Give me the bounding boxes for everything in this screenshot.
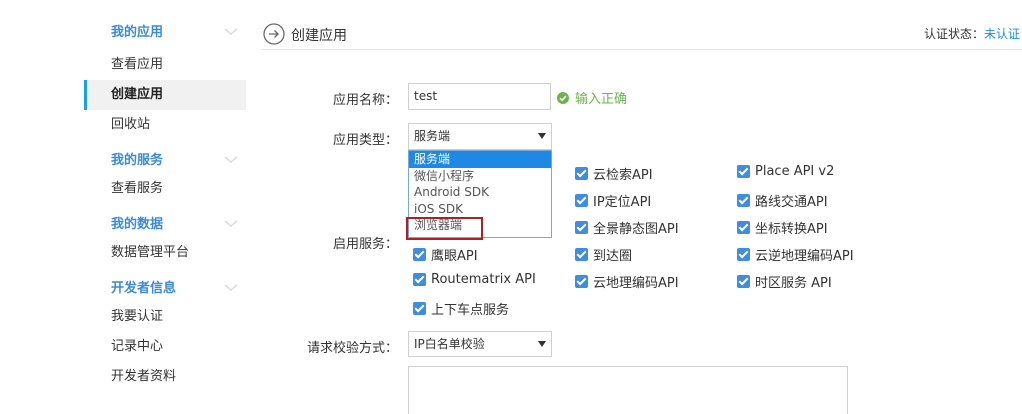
service-checkbox[interactable]: Place API v2 [737, 164, 834, 179]
service-label: 云检索API [593, 168, 653, 183]
sidebar-section-my-data[interactable]: 我的数据 [84, 204, 246, 238]
service-checkbox[interactable]: 鹰眼API [413, 245, 478, 264]
sidebar-item-data-platform[interactable]: 数据管理平台 [84, 238, 246, 268]
service-checkbox[interactable]: 全景静态图API [575, 218, 679, 237]
app-type-value: 服务端 [414, 129, 451, 143]
ip-whitelist-textarea[interactable] [408, 366, 848, 414]
service-label: 到达圈 [593, 249, 633, 264]
checkbox-checked-icon [575, 275, 588, 288]
app-type-label: 应用类型： [332, 133, 398, 148]
verify-method-label: 请求校验方式： [306, 341, 398, 356]
caret-down-icon [538, 341, 546, 347]
sidebar-item-view-services[interactable]: 查看服务 [84, 174, 246, 204]
service-checkbox[interactable]: 时区服务 API [737, 272, 832, 291]
sidebar-section-my-services[interactable]: 我的服务 [84, 140, 246, 174]
sidebar-item-create-app[interactable]: 创建应用 [84, 80, 246, 110]
auth-status-label: 认证状态： [923, 27, 984, 41]
sidebar-section-my-apps[interactable]: 我的应用 [84, 12, 246, 50]
services-label: 启用服务： [332, 237, 398, 252]
dropdown-option[interactable]: 服务端 [409, 151, 551, 168]
sidebar-item-view-apps[interactable]: 查看应用 [84, 50, 246, 80]
check-circle-icon [557, 91, 569, 104]
sidebar-section-title: 我的数据 [111, 217, 164, 232]
verify-method-value: IP白名单校验 [414, 337, 485, 351]
checkbox-checked-icon [737, 248, 750, 261]
sidebar-item-records[interactable]: 记录中心 [84, 332, 246, 362]
chevron-down-icon [224, 156, 238, 163]
page-header: 创建应用 认证状态：未认证 [262, 16, 1022, 50]
service-label: 全景静态图API [593, 222, 679, 237]
service-label: 时区服务 API [755, 276, 832, 291]
checkbox-checked-icon [575, 248, 588, 261]
sidebar-item-developer-profile[interactable]: 开发者资料 [84, 362, 246, 392]
checkbox-checked-icon [737, 165, 750, 178]
checkbox-checked-icon [737, 221, 750, 234]
service-label: 路线交通API [755, 195, 828, 210]
checkbox-checked-icon [413, 248, 426, 261]
chevron-down-icon [224, 284, 238, 291]
verify-method-select[interactable]: IP白名单校验 [408, 331, 552, 357]
auth-status: 认证状态：未认证 [924, 25, 1020, 42]
service-label: Place API v2 [755, 164, 835, 179]
caret-down-icon [538, 133, 546, 139]
service-checkbox[interactable]: 云检索API [575, 164, 653, 183]
service-checkbox[interactable]: 路线交通API [737, 191, 828, 210]
sidebar-item-certification[interactable]: 我要认证 [84, 302, 246, 332]
auth-status-link[interactable]: 未认证 [984, 27, 1020, 41]
service-checkbox[interactable]: 云逆地理编码API [737, 245, 854, 264]
checkbox-checked-icon [575, 194, 588, 207]
sidebar: 我的应用 查看应用 创建应用 回收站 我的服务 查看服务 我的数据 数据管理平台… [84, 12, 246, 392]
app-name-validation: 输入正确 [557, 88, 627, 107]
chevron-down-icon [224, 220, 238, 227]
service-checkbox[interactable]: 上下车点服务 [413, 299, 509, 318]
validation-text: 输入正确 [575, 92, 628, 107]
sidebar-section-title: 我的应用 [111, 25, 164, 40]
app-name-label: 应用名称： [332, 93, 398, 108]
app-name-input[interactable]: test [408, 83, 551, 110]
service-checkbox[interactable]: IP定位API [575, 191, 651, 210]
highlight-box [406, 217, 483, 240]
service-label: Routematrix API [431, 272, 536, 287]
checkbox-checked-icon [737, 194, 750, 207]
service-label: 云逆地理编码API [755, 249, 854, 264]
sidebar-item-recycle-bin[interactable]: 回收站 [84, 110, 246, 140]
dropdown-option[interactable]: iOS SDK [409, 201, 551, 218]
sidebar-section-title: 开发者信息 [111, 281, 177, 296]
service-checkbox[interactable]: 云地理编码API [575, 272, 679, 291]
checkbox-checked-icon [413, 273, 426, 286]
sidebar-section-developer-info[interactable]: 开发者信息 [84, 268, 246, 302]
checkbox-checked-icon [737, 275, 750, 288]
chevron-down-icon [224, 28, 238, 35]
service-checkbox[interactable]: 到达圈 [575, 245, 632, 264]
dropdown-option[interactable]: 微信小程序 [409, 168, 551, 185]
service-checkbox[interactable]: Routematrix API [413, 272, 536, 287]
sidebar-section-title: 我的服务 [111, 153, 164, 168]
checkbox-checked-icon [413, 302, 426, 315]
circle-arrow-right-icon [263, 23, 285, 45]
service-label: 云地理编码API [593, 276, 679, 291]
service-label: IP定位API [593, 195, 652, 210]
checkbox-checked-icon [575, 221, 588, 234]
service-label: 上下车点服务 [431, 303, 510, 318]
app-type-select[interactable]: 服务端 [408, 123, 552, 150]
service-label: 鹰眼API [431, 249, 478, 264]
service-checkbox[interactable]: 坐标转换API [737, 218, 828, 237]
dropdown-option[interactable]: Android SDK [409, 184, 551, 201]
checkbox-checked-icon [575, 167, 588, 180]
service-label: 坐标转换API [755, 222, 828, 237]
page-title: 创建应用 [291, 28, 347, 44]
